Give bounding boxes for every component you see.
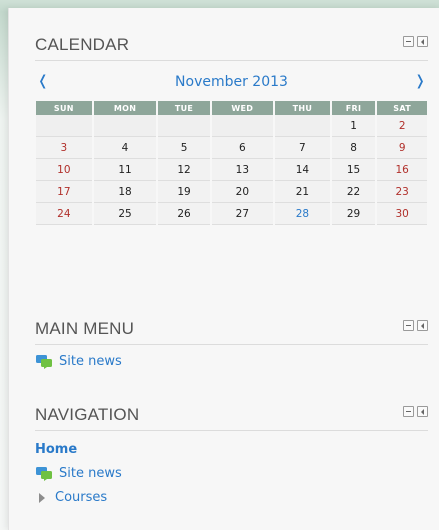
calendar-header: CALENDAR [35,30,428,61]
calendar-day[interactable]: 10 [36,159,92,181]
calendar-empty-cell [36,115,92,137]
calendar-week-row: 17 18 19 20 21 22 23 [36,181,427,203]
collapse-icon[interactable] [403,36,414,47]
weekday-mon: MON [93,101,157,115]
nav-site-news-item[interactable]: Site news [35,465,428,481]
calendar-empty-cell [93,115,157,137]
calendar-day[interactable]: 11 [93,159,157,181]
weekday-thu: THU [274,101,330,115]
dock-icon[interactable] [417,320,428,331]
calendar-day[interactable]: 2 [377,115,427,137]
calendar-day[interactable]: 17 [36,181,92,203]
calendar-week-row: 3456789 [36,137,427,159]
calendar-block: CALENDAR ❬ November 2013 ❭ SUN MON TUE WED T… [35,30,428,225]
forum-icon [36,355,52,369]
calendar-week-row: 24 25 26 27 28 29 30 [36,203,427,225]
nav-courses-label: Courses [55,490,108,505]
calendar-navigation: ❬ November 2013 ❭ [35,73,428,95]
navigation-block: NAVIGATION Home Site news Courses [35,400,428,505]
calendar-day[interactable]: 3 [36,137,92,159]
calendar-day[interactable]: 21 [274,181,330,203]
main-menu-title: MAIN MENU [35,319,135,338]
calendar-day[interactable]: 8 [331,137,376,159]
navigation-controls [403,406,428,417]
main-menu-item[interactable]: Site news [35,353,428,369]
dock-icon[interactable] [417,406,428,417]
calendar-day[interactable]: 4 [93,137,157,159]
calendar-day[interactable]: 1 [331,115,376,137]
weekday-sun: SUN [36,101,92,115]
main-menu-block: MAIN MENU Site news [35,314,428,369]
weekday-sat: SAT [377,101,427,115]
expand-arrow-icon[interactable] [39,492,45,503]
calendar-grid: SUN MON TUE WED THU FRI SAT 1 2 3 4 5 6 7 8 9 10 11 12 13 1… [34,101,429,225]
calendar-day[interactable]: 26 [158,203,210,225]
calendar-week-row: 12 [36,115,427,137]
nav-home-link[interactable]: Home [35,442,428,457]
weekday-wed: WED [211,101,273,115]
main-menu-controls [403,320,428,331]
calendar-body: 1 2 3 4 5 6 7 8 9 10 11 12 13 14 15 16 17 18 19 20 21 22 23 24 2… [36,115,427,225]
calendar-week-row: 10 11 12 13 14 15 16 [36,159,427,181]
dock-icon[interactable] [417,36,428,47]
calendar-day[interactable]: 15 [331,159,376,181]
main-menu-item-label: Site news [59,353,122,369]
calendar-day[interactable]: 7 [274,137,330,159]
calendar-empty-cell [274,115,330,137]
navigation-title: NAVIGATION [35,405,140,424]
calendar-empty-cell [158,115,210,137]
calendar-day[interactable]: 20 [211,181,273,203]
calendar-day[interactable]: 29 [331,203,376,225]
calendar-day[interactable]: 22 [331,181,376,203]
calendar-day[interactable]: 24 [36,203,92,225]
calendar-title: CALENDAR [35,35,130,54]
next-month-link[interactable]: ❭ [414,73,426,89]
main-menu-header: MAIN MENU [35,314,428,345]
nav-courses-item[interactable]: Courses [35,490,428,505]
calendar-day[interactable]: 18 [93,181,157,203]
calendar-day[interactable]: 28 [274,203,330,225]
calendar-day[interactable]: 12 [158,159,210,181]
collapse-icon[interactable] [403,320,414,331]
nav-site-news-label: Site news [59,465,122,481]
calendar-controls [403,36,428,47]
weekday-tue: TUE [158,101,210,115]
weekday-header-row: SUN MON TUE WED THU FRI SAT [36,101,427,115]
calendar-day[interactable]: 9 [377,137,427,159]
calendar-empty-cell [211,115,273,137]
forum-icon [36,467,52,481]
calendar-day[interactable]: 5 [158,137,210,159]
weekday-fri: FRI [331,101,376,115]
calendar-day[interactable]: 30 [377,203,427,225]
collapse-icon[interactable] [403,406,414,417]
side-panel: CALENDAR ❬ November 2013 ❭ SUN MON TUE WED T… [8,8,439,530]
calendar-day[interactable]: 25 [93,203,157,225]
navigation-header: NAVIGATION [35,400,428,431]
calendar-day[interactable]: 13 [211,159,273,181]
calendar-day[interactable]: 27 [211,203,273,225]
calendar-day[interactable]: 14 [274,159,330,181]
calendar-day[interactable]: 6 [211,137,273,159]
calendar-day[interactable]: 19 [158,181,210,203]
calendar-month-label[interactable]: November 2013 [35,74,428,90]
calendar-day[interactable]: 23 [377,181,427,203]
calendar-day[interactable]: 16 [377,159,427,181]
